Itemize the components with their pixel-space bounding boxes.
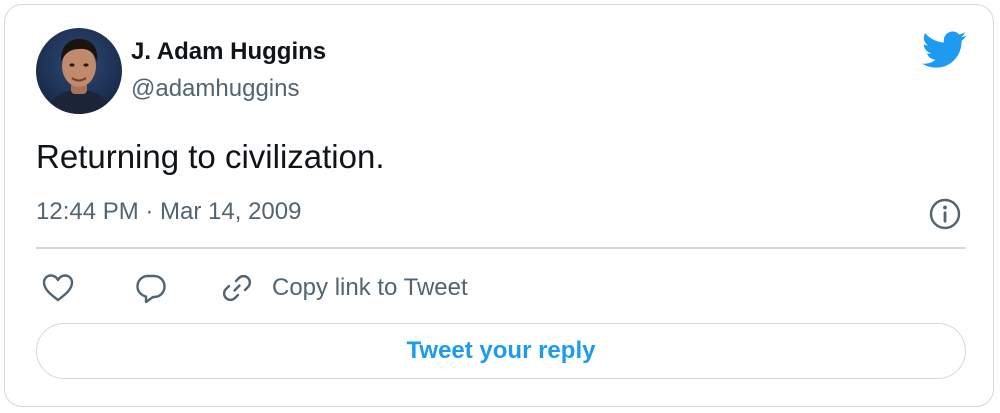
tweet-timestamp[interactable]: 12:44 PM · Mar 14, 2009 [36, 198, 301, 226]
avatar-photo [36, 28, 122, 114]
author-name[interactable]: J. Adam Huggins [131, 38, 326, 66]
twitter-bird-icon[interactable] [922, 30, 967, 70]
link-icon [219, 270, 255, 306]
author-handle[interactable]: @adamhuggins [131, 75, 299, 103]
copy-link-button[interactable]: Copy link to Tweet [219, 270, 468, 306]
tweet-card: J. Adam Huggins @adamhuggins Returning t… [4, 4, 994, 407]
heart-icon[interactable] [40, 270, 76, 306]
info-icon[interactable] [927, 196, 963, 232]
divider [36, 247, 966, 249]
tweet-text: Returning to civilization. [36, 138, 385, 175]
copy-link-label: Copy link to Tweet [272, 274, 468, 301]
speech-bubble-icon[interactable] [133, 270, 169, 306]
avatar[interactable] [36, 28, 122, 114]
tweet-reply-button[interactable]: Tweet your reply [36, 323, 966, 379]
